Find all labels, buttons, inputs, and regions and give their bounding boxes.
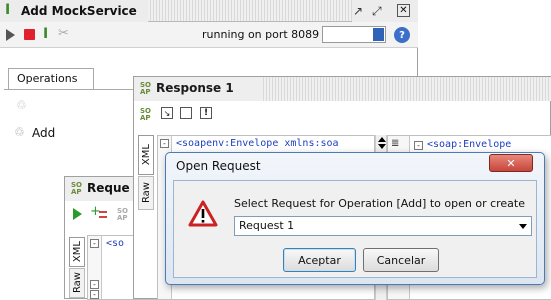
- tab-operations[interactable]: Operations: [8, 68, 94, 90]
- tab-response-raw-label: Raw: [140, 182, 152, 204]
- request-select[interactable]: Request 1: [234, 216, 532, 236]
- response-toolbar: SO AP ↘ !: [134, 101, 551, 125]
- chevron-down-icon[interactable]: [519, 224, 527, 229]
- operation-item-icon: ♲: [14, 125, 25, 139]
- mockservice-toolbar: I ✂ running on port 8089 ?: [0, 22, 418, 48]
- operation-item-add[interactable]: Add: [32, 126, 55, 140]
- progress-bar: [322, 26, 386, 43]
- soapui-icon: SO AP: [71, 181, 82, 196]
- request-side-tabs: XML Raw: [69, 237, 85, 300]
- info-icon[interactable]: !: [200, 107, 212, 119]
- accept-button[interactable]: Aceptar: [283, 248, 356, 272]
- response-xml-text-left: <soapenv:Envelope xmlns:soa: [176, 138, 339, 149]
- cancel-button[interactable]: Cancelar: [363, 248, 439, 272]
- dialog-message: Select Request for Operation [Add] to op…: [234, 197, 526, 210]
- stop-icon[interactable]: [24, 29, 35, 40]
- tab-request-raw-label: Raw: [71, 272, 83, 294]
- request-select-value: Request 1: [239, 219, 295, 232]
- cancel-button-label: Cancelar: [376, 253, 426, 267]
- tools-icon[interactable]: ✂: [58, 26, 69, 41]
- submit-request-icon[interactable]: [73, 208, 82, 220]
- tab-response-raw[interactable]: Raw: [138, 176, 154, 210]
- list-icon[interactable]: [99, 211, 107, 218]
- run-icon[interactable]: [6, 29, 15, 41]
- dialog-title: Open Request: [176, 159, 261, 173]
- soapui-icon[interactable]: SO AP: [140, 108, 151, 122]
- scroll-up-icon[interactable]: [378, 137, 386, 142]
- progress-bar-fill: [373, 28, 384, 41]
- split-editor-icon[interactable]: ≣: [391, 138, 399, 149]
- response-titlebar[interactable]: SO AP Response 1: [134, 77, 551, 101]
- request-title: Reque: [87, 181, 130, 195]
- fold-icon[interactable]: -: [90, 239, 99, 248]
- dialog-body: Select Request for Operation [Add] to op…: [173, 180, 537, 278]
- tab-operations-label: Operations: [17, 72, 78, 85]
- soapui-icon: SO AP: [140, 81, 151, 96]
- help-icon[interactable]: ?: [394, 27, 410, 43]
- soapui-icon[interactable]: SO AP: [117, 208, 128, 222]
- request-xml-text: <so: [106, 238, 125, 249]
- close-window-icon[interactable]: ✕: [397, 4, 410, 17]
- undock-icon[interactable]: ↗: [353, 4, 363, 18]
- tab-request-raw[interactable]: Raw: [69, 268, 85, 298]
- mockservice-options-icon[interactable]: I: [43, 26, 48, 42]
- warning-icon: [188, 200, 218, 227]
- accept-button-label: Aceptar: [298, 253, 341, 267]
- mockservice-title: Add MockService: [21, 4, 137, 18]
- resize-icon[interactable]: ↘: [161, 107, 173, 119]
- open-request-dialog: Open Request ✕ Select Request for Operat…: [165, 152, 545, 285]
- response-side-tabs: XML Raw: [138, 135, 154, 215]
- response-xml-text-right: <soap:Envelope: [427, 139, 512, 150]
- tab-response-xml-label: XML: [140, 144, 152, 166]
- fold-icon[interactable]: -: [414, 141, 423, 150]
- scroll-down-icon[interactable]: [378, 144, 386, 149]
- fold-icon[interactable]: -: [90, 290, 99, 299]
- tab-request-xml-label: XML: [71, 241, 83, 263]
- tab-response-xml[interactable]: XML: [138, 135, 154, 175]
- fold-icon[interactable]: -: [160, 139, 169, 148]
- mockservice-titlebar[interactable]: I Add MockService ↗ ⤢ ✕: [0, 0, 418, 22]
- mockservice-icon: I: [5, 2, 11, 18]
- fold-icon[interactable]: -: [90, 280, 99, 289]
- dialog-close-button[interactable]: ✕: [489, 154, 533, 172]
- window-icon[interactable]: [180, 107, 192, 119]
- tab-request-xml[interactable]: XML: [69, 237, 85, 267]
- editor-gutter: - - -: [88, 236, 102, 299]
- status-text: running on port 8089: [202, 28, 320, 41]
- response-title: Response 1: [156, 81, 234, 95]
- add-operation-icon[interactable]: ♲: [16, 98, 27, 112]
- maximize-icon[interactable]: ⤢: [372, 4, 382, 19]
